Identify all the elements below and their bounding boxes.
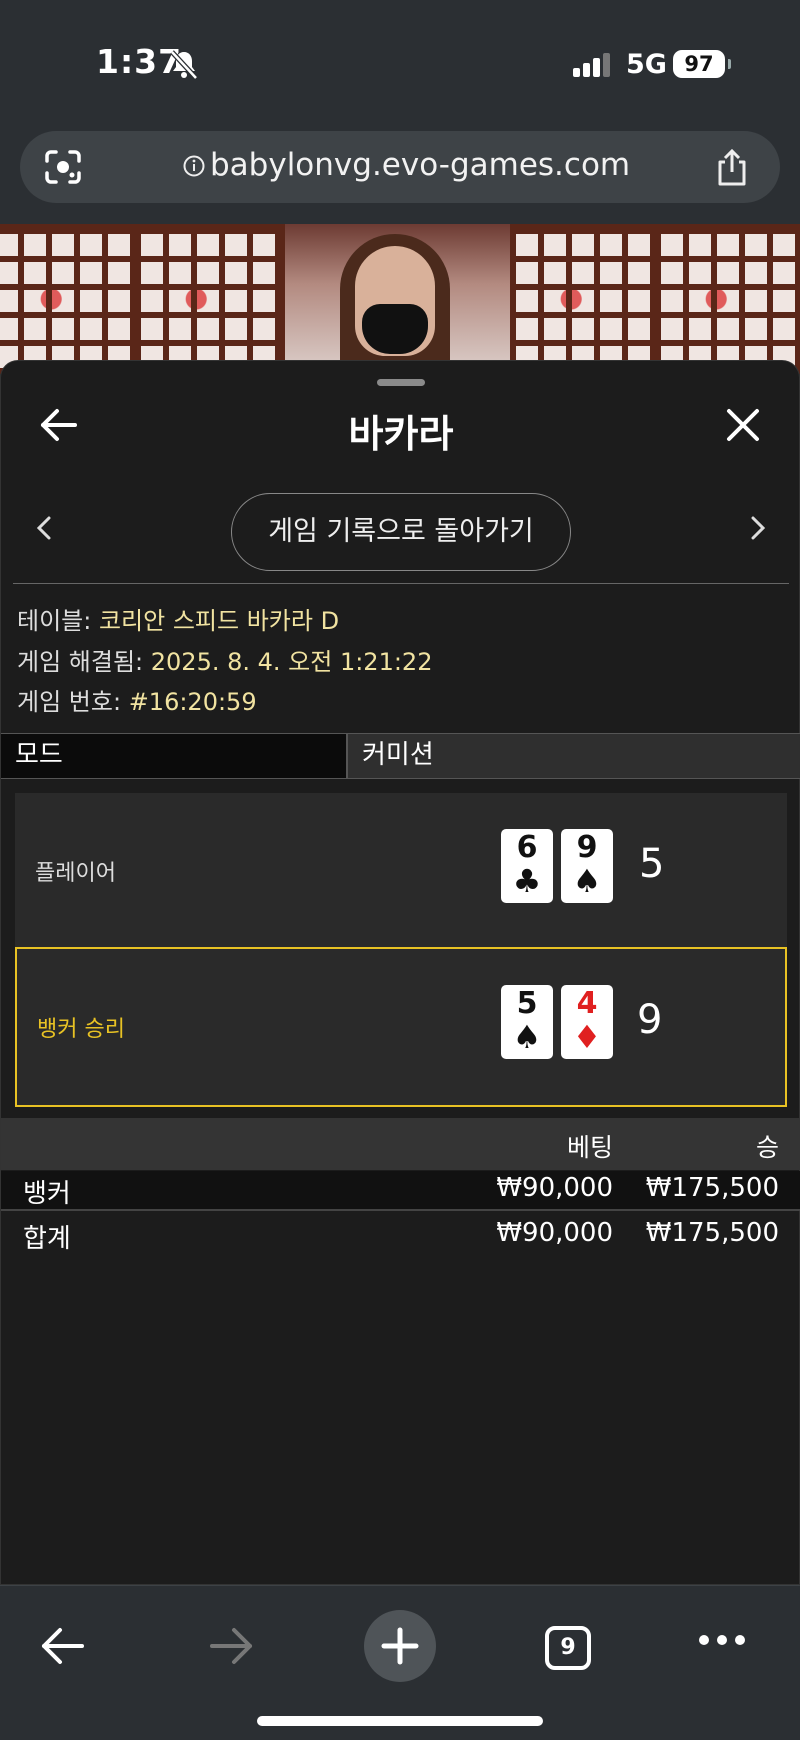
win-amount: ₩175,500 <box>645 1173 779 1203</box>
status-bar: 1:37 5G 97 <box>0 0 800 125</box>
card-rank: 6 <box>516 830 538 865</box>
playing-card: 4 ♦ <box>561 985 613 1059</box>
banker-score: 9 <box>637 997 663 1043</box>
game-number-label: 게임 번호: <box>17 688 122 716</box>
player-hand: 플레이어 6 ♣ 9 ♠ 5 <box>15 793 787 953</box>
card-suit: ♦ <box>572 1018 602 1056</box>
close-icon[interactable] <box>725 407 761 443</box>
sheet-grabber[interactable] <box>377 379 425 386</box>
live-video-feed <box>0 224 800 374</box>
divider <box>13 583 789 584</box>
url-bar[interactable]: babylonvg.evo-games.com <box>20 131 780 203</box>
banker-win-label: 뱅커 승리 <box>37 1017 125 1042</box>
banker-hand: 뱅커 승리 5 ♠ 4 ♦ 9 <box>15 947 787 1107</box>
network-label: 5G <box>626 49 667 80</box>
playing-card: 5 ♠ <box>501 985 553 1059</box>
battery-indicator: 97 <box>673 50 731 78</box>
new-tab-button[interactable] <box>364 1610 436 1682</box>
table-row-total: 합계 ₩90,000 ₩175,500 <box>1 1216 800 1256</box>
table-row: 뱅커 ₩90,000 ₩175,500 <box>1 1171 800 1211</box>
playing-card: 9 ♠ <box>561 829 613 903</box>
card-suit: ♣ <box>512 862 542 900</box>
playing-card: 6 ♣ <box>501 829 553 903</box>
card-rank: 9 <box>576 830 598 865</box>
card-suit: ♠ <box>512 1018 542 1056</box>
bell-muted-icon <box>170 50 198 80</box>
browser-back-icon[interactable] <box>40 1626 86 1666</box>
tab-commission[interactable]: 커미션 <box>348 734 800 778</box>
card-suit: ♠ <box>572 862 602 900</box>
tab-switcher-button[interactable]: 9 <box>545 1626 591 1670</box>
game-detail-panel: 바카라 게임 기록으로 돌아가기 테이블: 코리안 스피드 바카라 D 게임 해… <box>0 360 800 1585</box>
table-label: 테이블: <box>17 607 92 635</box>
resolved-value: 2025. 8. 4. 오전 1:21:22 <box>150 648 433 676</box>
more-options-icon[interactable] <box>698 1634 746 1646</box>
player-label: 플레이어 <box>35 861 116 886</box>
table-value: 코리안 스피드 바카라 D <box>98 607 340 635</box>
info-icon[interactable] <box>183 155 205 177</box>
win-column-header: 승 <box>755 1133 779 1162</box>
game-number-info: 게임 번호: #16:20:59 <box>17 682 257 717</box>
total-win-amount: ₩175,500 <box>645 1218 779 1248</box>
home-indicator[interactable] <box>257 1716 543 1726</box>
signal-icon <box>573 53 610 77</box>
camera-lens-icon[interactable] <box>44 149 82 185</box>
url-text[interactable]: babylonvg.evo-games.com <box>210 147 630 183</box>
table-info: 테이블: 코리안 스피드 바카라 D <box>17 601 339 636</box>
resolved-info: 게임 해결됨: 2025. 8. 4. 오전 1:21:22 <box>17 642 432 677</box>
chevron-left-icon[interactable] <box>33 513 55 543</box>
return-to-history-button[interactable]: 게임 기록으로 돌아가기 <box>231 493 571 571</box>
browser-toolbar: 9 <box>0 1585 800 1740</box>
player-score: 5 <box>639 841 665 887</box>
page-title: 바카라 <box>348 412 454 456</box>
chevron-right-icon[interactable] <box>747 513 769 543</box>
card-rank: 4 <box>576 986 598 1021</box>
share-icon[interactable] <box>715 148 749 186</box>
browser-forward-icon[interactable] <box>208 1626 254 1666</box>
bets-table-header: 베팅 승 <box>1 1118 800 1170</box>
tab-mode[interactable]: 모드 <box>1 734 348 778</box>
resolved-label: 게임 해결됨: <box>17 648 144 676</box>
mode-tabs: 모드 커미션 <box>1 733 800 779</box>
game-number-value: #16:20:59 <box>128 688 257 716</box>
card-rank: 5 <box>516 986 538 1021</box>
plus-icon <box>381 1627 419 1665</box>
